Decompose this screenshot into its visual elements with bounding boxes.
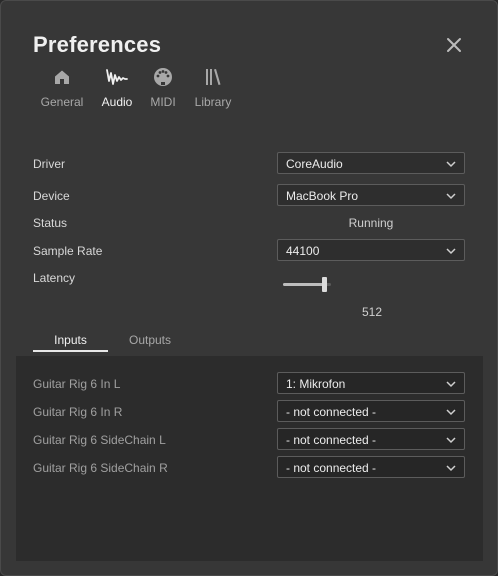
active-tab-indicator xyxy=(33,350,108,352)
driver-label: Driver xyxy=(33,157,65,171)
status-value: Running xyxy=(348,216,394,230)
device-select[interactable]: MacBook Pro xyxy=(277,184,465,206)
input-select[interactable]: - not connected - xyxy=(277,456,465,478)
nav-item-label: Library xyxy=(194,95,232,109)
chevron-down-icon xyxy=(446,437,456,444)
preferences-dialog: Preferences General Audio MIDI Library D… xyxy=(0,0,498,576)
device-value: MacBook Pro xyxy=(286,189,359,203)
status-label: Status xyxy=(33,216,68,230)
nav-item-label: General xyxy=(40,95,84,109)
input-label: Guitar Rig 6 SideChain L xyxy=(33,433,166,447)
latency-value: 512 xyxy=(361,305,383,319)
sample-rate-label: Sample Rate xyxy=(33,244,103,258)
input-label: Guitar Rig 6 In L xyxy=(33,377,121,391)
dialog-title: Preferences xyxy=(33,32,162,57)
nav-item-general[interactable]: General xyxy=(41,65,83,109)
sample-rate-value: 44100 xyxy=(286,244,320,258)
input-value: - not connected - xyxy=(286,405,377,419)
nav-item-label: MIDI xyxy=(150,95,176,109)
chevron-down-icon xyxy=(446,381,456,388)
input-select[interactable]: 1: Mikrofon xyxy=(277,372,465,394)
nav-item-library[interactable]: Library xyxy=(193,65,233,109)
chevron-down-icon xyxy=(446,161,456,168)
home-icon xyxy=(53,65,71,89)
nav-item-audio[interactable]: Audio xyxy=(101,65,133,109)
chevron-down-icon xyxy=(446,409,456,416)
chevron-down-icon xyxy=(446,193,456,200)
input-value: - not connected - xyxy=(286,433,377,447)
input-select[interactable]: - not connected - xyxy=(277,428,465,450)
driver-value: CoreAudio xyxy=(286,157,343,171)
slider-thumb[interactable] xyxy=(322,277,327,292)
latency-label: Latency xyxy=(33,271,76,285)
input-value: - not connected - xyxy=(286,461,377,475)
slider-fill xyxy=(283,283,324,286)
driver-select[interactable]: CoreAudio xyxy=(277,152,465,174)
device-label: Device xyxy=(33,189,70,203)
input-label: Guitar Rig 6 In R xyxy=(33,405,123,419)
chevron-down-icon xyxy=(446,465,456,472)
latency-slider[interactable] xyxy=(283,277,331,293)
close-icon xyxy=(447,38,461,52)
input-select[interactable]: - not connected - xyxy=(277,400,465,422)
sample-rate-select[interactable]: 44100 xyxy=(277,239,465,261)
nav-item-midi[interactable]: MIDI xyxy=(150,65,176,109)
tab-inputs[interactable]: Inputs xyxy=(33,333,108,347)
input-label: Guitar Rig 6 SideChain R xyxy=(33,461,168,475)
library-icon xyxy=(203,65,223,89)
midi-connector-icon xyxy=(153,65,173,89)
tab-outputs[interactable]: Outputs xyxy=(119,333,181,347)
audio-waveform-icon xyxy=(106,65,128,89)
nav-item-label: Audio xyxy=(101,95,133,109)
input-value: 1: Mikrofon xyxy=(286,377,346,391)
close-button[interactable] xyxy=(444,35,464,55)
chevron-down-icon xyxy=(446,248,456,255)
